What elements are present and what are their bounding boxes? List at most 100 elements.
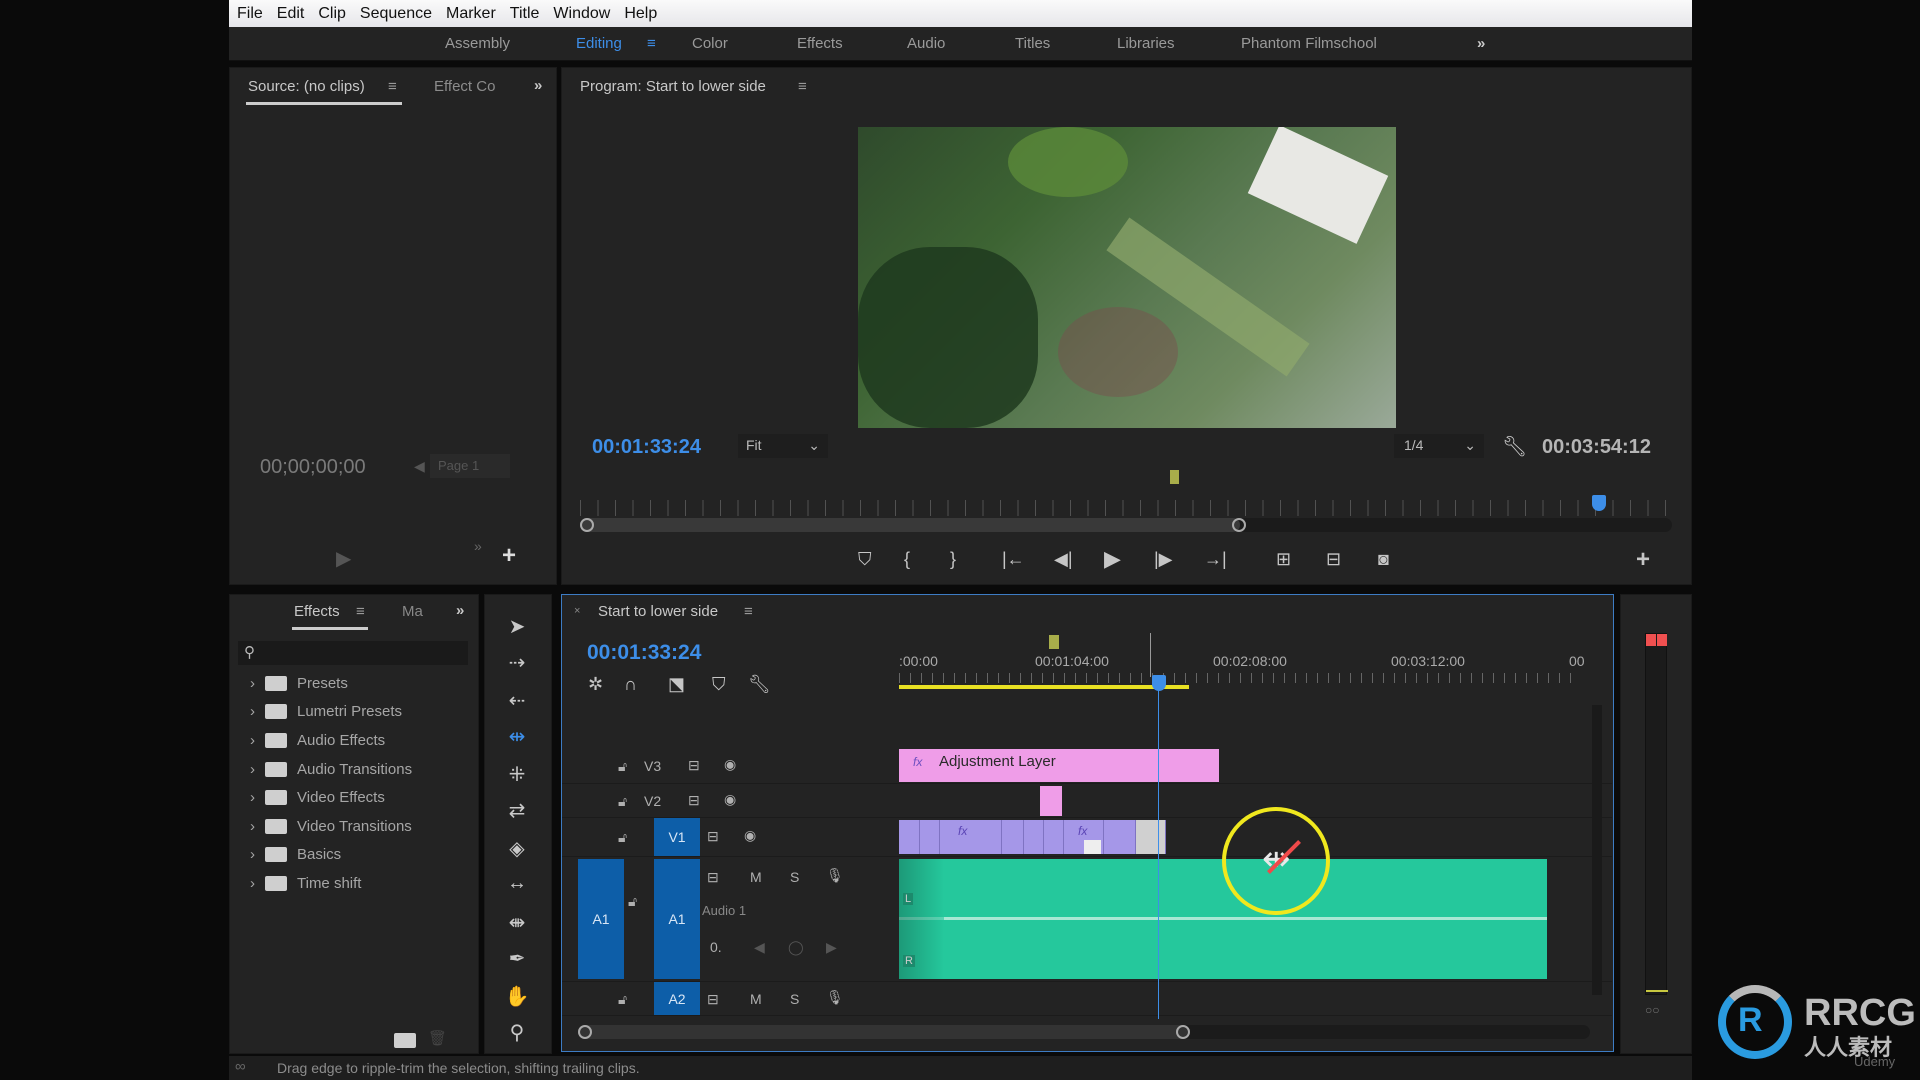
lock-icon[interactable]: 🔓︎: [618, 829, 627, 846]
panel-menu-icon[interactable]: ≡: [798, 78, 807, 95]
toggle-sync-icon[interactable]: ⊟: [707, 869, 719, 886]
time-ruler[interactable]: :00:00 00:01:04:00 00:02:08:00 00:03:12:…: [899, 635, 1599, 689]
panel-overflow-icon[interactable]: »: [456, 602, 464, 619]
add-button-icon[interactable]: +: [502, 542, 516, 570]
toggle-sync-icon[interactable]: ⊟: [707, 828, 719, 845]
workspace-titles[interactable]: Titles: [1015, 35, 1050, 52]
trash-icon[interactable]: 🗑︎: [428, 1029, 447, 1047]
solo-button[interactable]: S: [790, 869, 799, 885]
workspace-audio[interactable]: Audio: [907, 35, 945, 52]
panel-menu-icon[interactable]: ≡: [388, 78, 397, 95]
toggle-sync-icon[interactable]: ⊟: [688, 792, 700, 809]
add-marker-icon[interactable]: ⛉: [712, 675, 726, 693]
workspace-editing[interactable]: Editing: [576, 35, 622, 52]
workspace-phantom-filmschool[interactable]: Phantom Filmschool: [1241, 35, 1377, 52]
vertical-scrollbar[interactable]: [1592, 705, 1602, 995]
video-clip[interactable]: [1044, 820, 1064, 854]
effects-folder-lumetri-presets[interactable]: › Lumetri Presets: [250, 697, 402, 725]
video-clip-offline[interactable]: [1136, 820, 1166, 854]
timeline-playhead[interactable]: [1152, 675, 1166, 691]
eye-icon[interactable]: ◉: [724, 791, 736, 808]
add-marker-icon[interactable]: ⛉: [858, 550, 872, 568]
video-clip[interactable]: [920, 820, 940, 854]
mark-in-icon[interactable]: {: [904, 550, 910, 568]
menu-window[interactable]: Window: [553, 5, 610, 23]
program-zoom-scrollbar[interactable]: [580, 518, 1672, 532]
linked-selection-icon[interactable]: ⬔: [668, 675, 685, 693]
lock-icon[interactable]: 🔓︎: [628, 893, 637, 910]
add-keyframe-icon[interactable]: ◯: [788, 939, 804, 956]
track-target-a2[interactable]: A2: [654, 982, 700, 1015]
audio-clip[interactable]: L R: [899, 859, 1547, 979]
slip-tool-icon[interactable]: ↔: [496, 872, 538, 895]
tab-effects[interactable]: Effects: [294, 603, 340, 620]
volume-value[interactable]: 0.: [710, 939, 722, 955]
v2-clip[interactable]: [1040, 786, 1062, 816]
lock-icon[interactable]: 🔓︎: [618, 793, 627, 810]
program-time-ruler[interactable]: [580, 500, 1672, 516]
microphone-icon[interactable]: 🎙︎: [826, 867, 844, 884]
video-clip[interactable]: [899, 820, 920, 854]
effects-folder-basics[interactable]: › Basics: [250, 840, 341, 868]
menu-sequence[interactable]: Sequence: [360, 5, 432, 23]
menu-clip[interactable]: Clip: [318, 5, 346, 23]
panel-overflow-icon[interactable]: »: [534, 77, 542, 94]
zoom-level-select[interactable]: Fit ⌄: [738, 434, 828, 458]
razor-tool-icon[interactable]: ◈: [496, 836, 538, 861]
video-clip[interactable]: [1024, 820, 1044, 854]
workspace-libraries[interactable]: Libraries: [1117, 35, 1175, 52]
selection-tool-icon[interactable]: ➤: [496, 614, 538, 639]
video-clip[interactable]: fx: [940, 820, 1002, 854]
pen-tool-icon[interactable]: ✒: [496, 946, 538, 971]
tab-program[interactable]: Program: Start to lower side: [580, 78, 766, 95]
ripple-edit-backward-icon[interactable]: ⇠: [496, 688, 538, 713]
source-patch-a1[interactable]: A1: [578, 859, 624, 979]
track-label-v3[interactable]: V3: [644, 758, 661, 774]
tab-markers[interactable]: Ma: [402, 603, 423, 620]
ripple-edit-tool-icon[interactable]: ⇹: [496, 724, 538, 749]
track-label-v2[interactable]: V2: [644, 793, 661, 809]
wrench-settings-icon[interactable]: 🔧︎: [1502, 434, 1527, 459]
effects-folder-audio-transitions[interactable]: › Audio Transitions: [250, 755, 412, 783]
play-icon[interactable]: ▶: [1104, 548, 1121, 570]
page-prev-icon[interactable]: ◀: [414, 458, 425, 475]
solo-button[interactable]: S: [790, 991, 799, 1007]
timeline-horizontal-scrollbar[interactable]: [578, 1025, 1590, 1039]
track-select-tool-icon[interactable]: ⇢: [496, 650, 538, 675]
effects-folder-audio-effects[interactable]: › Audio Effects: [250, 726, 385, 754]
source-overflow-icon[interactable]: »: [474, 538, 482, 554]
page-select[interactable]: Page 1: [430, 454, 510, 478]
export-frame-camera-icon[interactable]: ◙: [1378, 550, 1389, 568]
go-to-in-icon[interactable]: |←: [1002, 550, 1025, 568]
prev-keyframe-icon[interactable]: ◀: [754, 939, 765, 956]
lift-icon[interactable]: ⊞: [1276, 550, 1291, 568]
adjustment-layer-clip[interactable]: fx Adjustment Layer: [899, 749, 1219, 782]
mute-button[interactable]: M: [750, 869, 762, 885]
hand-tool-icon[interactable]: ✋: [496, 984, 538, 1009]
video-clip[interactable]: fx: [1064, 820, 1104, 854]
effects-search-input[interactable]: ⚲: [238, 641, 468, 665]
workspace-overflow-icon[interactable]: »: [1477, 35, 1485, 52]
step-forward-icon[interactable]: |▶: [1154, 550, 1173, 568]
menu-title[interactable]: Title: [510, 5, 540, 23]
snap-magnet-icon[interactable]: ∩: [624, 675, 637, 693]
slide-tool-icon[interactable]: ⇼: [496, 910, 538, 935]
video-clip[interactable]: [1002, 820, 1024, 854]
tab-source[interactable]: Source: (no clips): [248, 78, 365, 95]
video-clip[interactable]: [1104, 820, 1136, 854]
timeline-settings-wrench-icon[interactable]: 🔧︎: [748, 675, 771, 693]
toggle-sync-icon[interactable]: ⊟: [688, 757, 700, 774]
solo-indicators[interactable]: ○○: [1645, 1003, 1660, 1017]
timeline-playhead-timecode[interactable]: 00:01:33:24: [587, 641, 701, 665]
lock-icon[interactable]: 🔓︎: [618, 758, 627, 775]
tab-effect-controls[interactable]: Effect Co: [434, 78, 495, 95]
panel-menu-icon[interactable]: ≡: [356, 603, 365, 620]
zoom-tool-icon[interactable]: ⚲: [496, 1020, 538, 1045]
source-play-icon[interactable]: ▶: [336, 546, 351, 571]
work-area-bar[interactable]: [899, 685, 1189, 689]
menu-marker[interactable]: Marker: [446, 5, 496, 23]
next-keyframe-icon[interactable]: ▶: [826, 939, 837, 956]
microphone-icon[interactable]: 🎙︎: [826, 989, 844, 1006]
close-tab-icon[interactable]: ×: [574, 605, 580, 617]
toggle-sync-icon[interactable]: ⊟: [707, 991, 719, 1008]
